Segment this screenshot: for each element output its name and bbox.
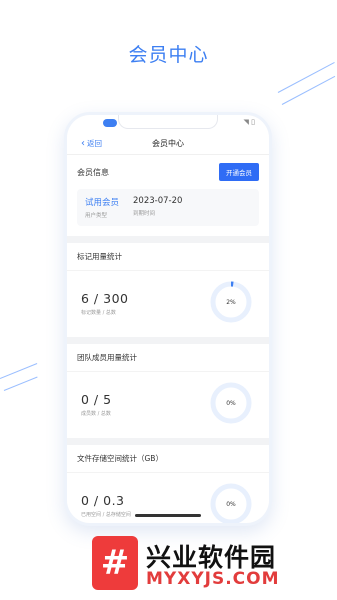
decorative-line (0, 363, 38, 379)
decorative-line (281, 75, 336, 105)
brand-name-en: MYXYJS.COM (146, 569, 280, 589)
member-type: 试用会员 用户类型 (85, 196, 119, 219)
nav-bar: ‹ 返回 会员中心 (67, 133, 269, 155)
usage-card-members: 团队成员用量统计 0 / 5 成员数 / 总数 0% (67, 344, 269, 438)
member-type-label: 用户类型 (85, 213, 108, 219)
status-bar: ◥ ▯ (67, 115, 269, 133)
member-expiry-value: 2023-07-20 (133, 196, 183, 206)
card-title: 文件存储空间统计（GB） (67, 445, 269, 473)
member-type-value: 试用会员 (85, 198, 120, 208)
stat-label: 成员数 / 总数 (81, 411, 111, 417)
status-icons: ◥ ▯ (243, 118, 255, 126)
stat-value: 6 / 300 (81, 291, 129, 306)
stat-label: 标记数量 / 总数 (81, 310, 116, 316)
member-info-title: 会员信息 (77, 167, 109, 177)
member-expiry-label: 到期时间 (133, 211, 156, 217)
card-title: 标记用量统计 (67, 243, 269, 271)
status-indicator (103, 119, 117, 127)
open-membership-button[interactable]: 开通会员 (219, 163, 259, 181)
usage-card-marks: 标记用量统计 6 / 300 标记数量 / 总数 2% (67, 243, 269, 337)
progress-percent: 0% (226, 500, 236, 508)
back-label: 返回 (87, 139, 102, 148)
nav-title: 会员中心 (152, 139, 184, 148)
stat-value: 0 / 5 (81, 392, 112, 407)
brand-banner: # 兴业软件园 MYXYJS.COM (92, 536, 332, 590)
card-title: 团队成员用量统计 (67, 344, 269, 372)
phone-notch (118, 115, 218, 129)
member-info-section: 会员信息 开通会员 试用会员 用户类型 2023-07-20 到期时间 (67, 155, 269, 236)
progress-percent: 2% (226, 298, 236, 306)
member-expiry: 2023-07-20 到期时间 (133, 196, 182, 219)
page-hero-title: 会员中心 (128, 44, 209, 66)
phone-mockup: ◥ ▯ ‹ 返回 会员中心 会员信息 开通会员 试用会员 用户类型 2023-0… (64, 112, 272, 526)
back-button[interactable]: ‹ 返回 (81, 138, 102, 149)
brand-logo-icon: # (92, 536, 138, 590)
stat-value: 0 / 0.3 (81, 493, 125, 508)
decorative-line (3, 376, 38, 391)
progress-percent: 0% (226, 399, 236, 407)
member-info-box: 试用会员 用户类型 2023-07-20 到期时间 (77, 189, 259, 226)
home-indicator (135, 514, 201, 517)
chevron-left-icon: ‹ (81, 137, 85, 149)
stat-label: 已用空间 / 总存储空间 (81, 512, 131, 518)
